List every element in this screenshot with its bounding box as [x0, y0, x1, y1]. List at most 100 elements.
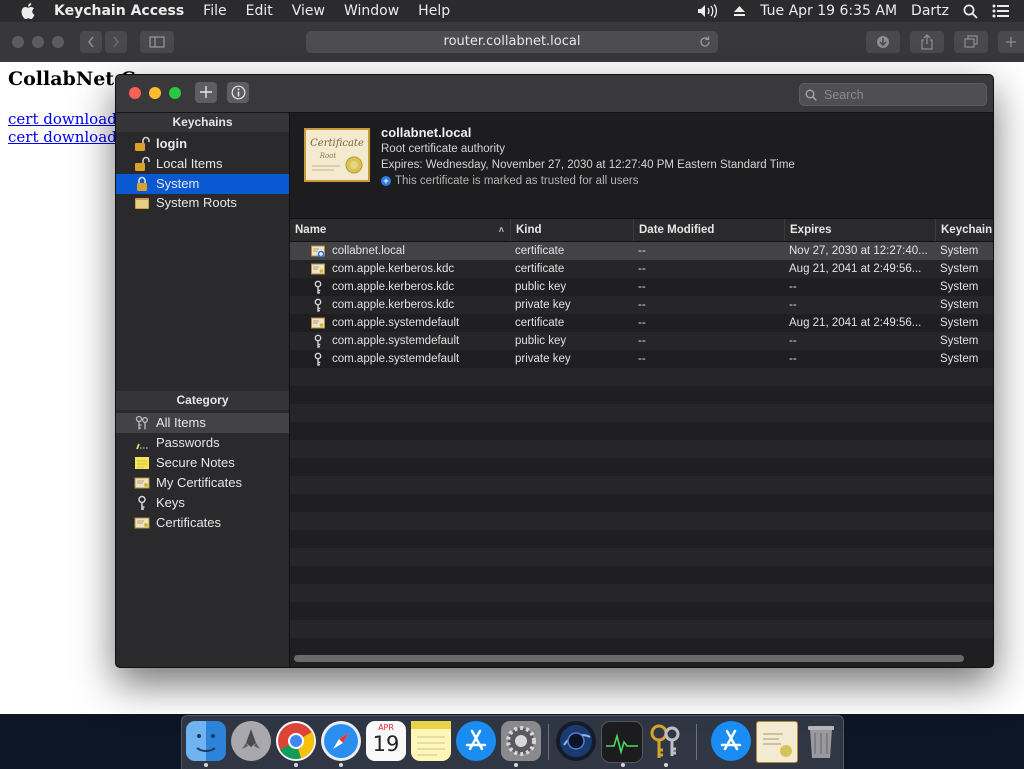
- sidebar: Keychains login Local Items System Syste…: [116, 113, 290, 667]
- certificate-file-icon[interactable]: [756, 721, 798, 763]
- tabs-overview-button[interactable]: [954, 31, 988, 53]
- window-close-button[interactable]: [129, 87, 141, 99]
- cell-name: com.apple.kerberos.kdc: [332, 299, 455, 311]
- search-input[interactable]: [822, 85, 966, 105]
- lock-open-icon: [134, 176, 150, 192]
- table-row[interactable]: com.apple.kerberos.kdc certificate -- Aug 2…: [290, 260, 993, 278]
- category-secure-notes[interactable]: Secure Notes: [116, 453, 289, 473]
- key-icon: [311, 280, 325, 294]
- table-row[interactable]: com.apple.systemdefault private key -- -- Sy…: [290, 350, 993, 368]
- url-field[interactable]: router.collabnet.local: [306, 31, 718, 53]
- share-button[interactable]: [910, 31, 944, 53]
- window-zoom-button[interactable]: [169, 87, 181, 99]
- category-passwords[interactable]: Passwords: [116, 433, 289, 453]
- category-all-items[interactable]: All Items: [116, 413, 289, 433]
- chrome-icon[interactable]: [276, 721, 316, 761]
- cell-modified: --: [638, 317, 646, 329]
- cell-kind: certificate: [515, 263, 565, 275]
- cell-expires: --: [789, 281, 797, 293]
- calendar-icon[interactable]: APR 19: [366, 721, 406, 761]
- svg-text:Certificate: Certificate: [310, 138, 364, 149]
- cell-kind: public key: [515, 335, 567, 347]
- column-header-keychain[interactable]: Keychain: [936, 219, 993, 241]
- certificate-icon: [134, 475, 150, 491]
- table-row[interactable]: com.apple.systemdefault public key -- -- Sys…: [290, 332, 993, 350]
- items-table: Name ˄ Kind Date Modified Expires Keychai…: [290, 218, 993, 667]
- category-keys[interactable]: Keys: [116, 493, 289, 513]
- horizontal-scrollbar[interactable]: [294, 655, 964, 662]
- menu-user[interactable]: Dartz: [911, 3, 949, 19]
- sidebar-toggle-button[interactable]: [140, 31, 174, 53]
- table-stripe: [290, 368, 993, 386]
- notification-center-icon[interactable]: [992, 4, 1010, 18]
- running-indicator: [621, 763, 625, 767]
- activity-monitor-icon[interactable]: [601, 721, 643, 763]
- menu-bar: Keychain Access File Edit View Window He…: [0, 0, 1024, 22]
- keychain-access-icon[interactable]: [646, 721, 686, 761]
- menu-help[interactable]: Help: [418, 3, 450, 19]
- cell-kind: public key: [515, 281, 567, 293]
- cell-keychain: System: [940, 317, 979, 329]
- menu-file[interactable]: File: [203, 3, 226, 19]
- menu-view[interactable]: View: [292, 3, 325, 19]
- sidebar-item-login[interactable]: login: [116, 134, 289, 154]
- category-my-certificates[interactable]: My Certificates: [116, 473, 289, 493]
- sidebar-item-label: Passwords: [156, 435, 220, 450]
- category-certificates[interactable]: Certificates: [116, 513, 289, 533]
- launchpad-icon[interactable]: [231, 721, 271, 761]
- get-info-button[interactable]: [227, 82, 249, 103]
- back-button[interactable]: [80, 31, 102, 53]
- sidebar-item-local-items[interactable]: Local Items: [116, 154, 289, 174]
- search-field[interactable]: [799, 83, 987, 106]
- table-row[interactable]: com.apple.kerberos.kdc private key -- -- Sys…: [290, 296, 993, 314]
- cell-keychain: System: [940, 281, 979, 293]
- menu-window[interactable]: Window: [344, 3, 399, 19]
- sidebar-item-system-roots[interactable]: System Roots: [116, 193, 289, 213]
- cell-expires: Nov 27, 2030 at 12:27:40...: [789, 245, 928, 257]
- spotlight-icon[interactable]: [963, 4, 978, 19]
- trash-icon[interactable]: [801, 721, 841, 761]
- sidebar-item-label: System Roots: [156, 195, 237, 210]
- table-stripe: [290, 584, 993, 602]
- safari-minimize-button[interactable]: [32, 36, 44, 48]
- column-header-expires[interactable]: Expires: [785, 219, 936, 241]
- forward-button[interactable]: [105, 31, 127, 53]
- safari-zoom-button[interactable]: [52, 36, 64, 48]
- cell-expires: --: [789, 335, 797, 347]
- safari-close-button[interactable]: [12, 36, 24, 48]
- add-item-button[interactable]: [195, 82, 217, 103]
- sidebar-item-system[interactable]: System: [116, 174, 289, 194]
- app-store-folder-icon[interactable]: [711, 721, 751, 761]
- menu-edit[interactable]: Edit: [246, 3, 273, 19]
- apple-menu-icon[interactable]: [20, 3, 36, 19]
- eject-icon[interactable]: [733, 5, 746, 17]
- window-minimize-button[interactable]: [149, 87, 161, 99]
- notes-icon[interactable]: [411, 721, 451, 761]
- calendar-month: APR: [378, 723, 394, 732]
- table-row[interactable]: collabnet.local certificate -- Nov 27, 2030…: [290, 242, 993, 260]
- volume-icon[interactable]: [697, 4, 719, 18]
- column-header-date-modified[interactable]: Date Modified: [634, 219, 785, 241]
- safari-icon[interactable]: [321, 721, 361, 761]
- calendar-day: 19: [372, 732, 400, 756]
- column-header-kind[interactable]: Kind: [511, 219, 634, 241]
- app-store-icon[interactable]: [456, 721, 496, 761]
- folder-icon: [134, 195, 150, 211]
- column-header-name[interactable]: Name ˄: [290, 219, 511, 241]
- sidebar-item-label: System: [156, 176, 200, 191]
- sidebar-item-label: Local Items: [156, 156, 223, 171]
- item-name: collabnet.local: [381, 125, 472, 140]
- cell-expires: Aug 21, 2041 at 2:49:56...: [789, 317, 922, 329]
- category-header: Category: [116, 391, 289, 410]
- system-preferences-icon[interactable]: [501, 721, 541, 761]
- lock-open-icon: [134, 136, 150, 152]
- menu-app-name[interactable]: Keychain Access: [54, 3, 184, 19]
- cinema4d-icon[interactable]: [556, 721, 596, 761]
- table-row[interactable]: com.apple.systemdefault certificate -- Aug …: [290, 314, 993, 332]
- finder-icon[interactable]: [186, 721, 226, 761]
- reload-icon[interactable]: [698, 35, 712, 57]
- menu-clock[interactable]: Tue Apr 19 6:35 AM: [760, 3, 897, 19]
- downloads-button[interactable]: [866, 31, 900, 53]
- new-tab-button[interactable]: [998, 31, 1024, 53]
- table-row[interactable]: com.apple.kerberos.kdc public key -- -- Syst…: [290, 278, 993, 296]
